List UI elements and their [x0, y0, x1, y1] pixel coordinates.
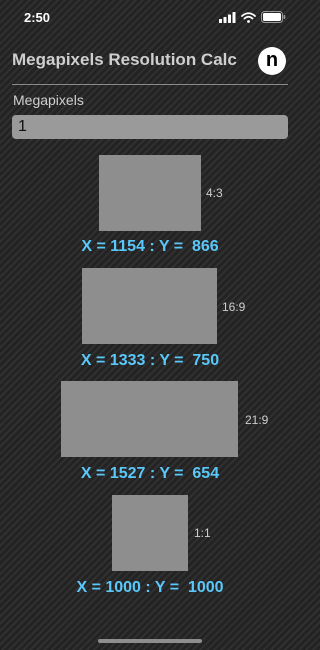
status-time: 2:50: [24, 10, 51, 25]
megapixels-label: Megapixels: [13, 92, 84, 108]
logo-letter: n: [265, 48, 279, 71]
result-21-9: X = 1527 : Y = 654: [80, 465, 220, 482]
header-divider: [12, 84, 288, 85]
ratio-label-4-3: 4:3: [206, 186, 223, 200]
battery-icon: [261, 11, 286, 23]
header: Megapixels Resolution Calc n: [0, 40, 300, 84]
status-icons: [219, 11, 286, 23]
ratio-label-21-9: 21:9: [245, 413, 269, 427]
ratio-label-16-9: 16:9: [222, 300, 246, 314]
ratio-box-21-9: [61, 381, 238, 457]
ratio-label-1-1: 1:1: [194, 526, 211, 540]
logo-button[interactable]: n: [258, 47, 286, 75]
ratio-box-4-3: [99, 155, 201, 231]
result-1-1: X = 1000 : Y = 1000: [76, 579, 224, 596]
ratio-box-1-1: [112, 495, 188, 571]
result-4-3: X = 1154 : Y = 866: [81, 238, 219, 255]
wifi-icon: [241, 11, 256, 23]
app-title: Megapixels Resolution Calc: [12, 50, 237, 69]
status-bar: 2:50: [0, 0, 300, 36]
megapixels-input[interactable]: [12, 115, 288, 139]
ratio-box-16-9: [82, 268, 217, 344]
result-16-9: X = 1333 : Y = 750: [80, 352, 220, 369]
home-indicator[interactable]: [98, 639, 202, 643]
signal-icon: [219, 11, 236, 23]
